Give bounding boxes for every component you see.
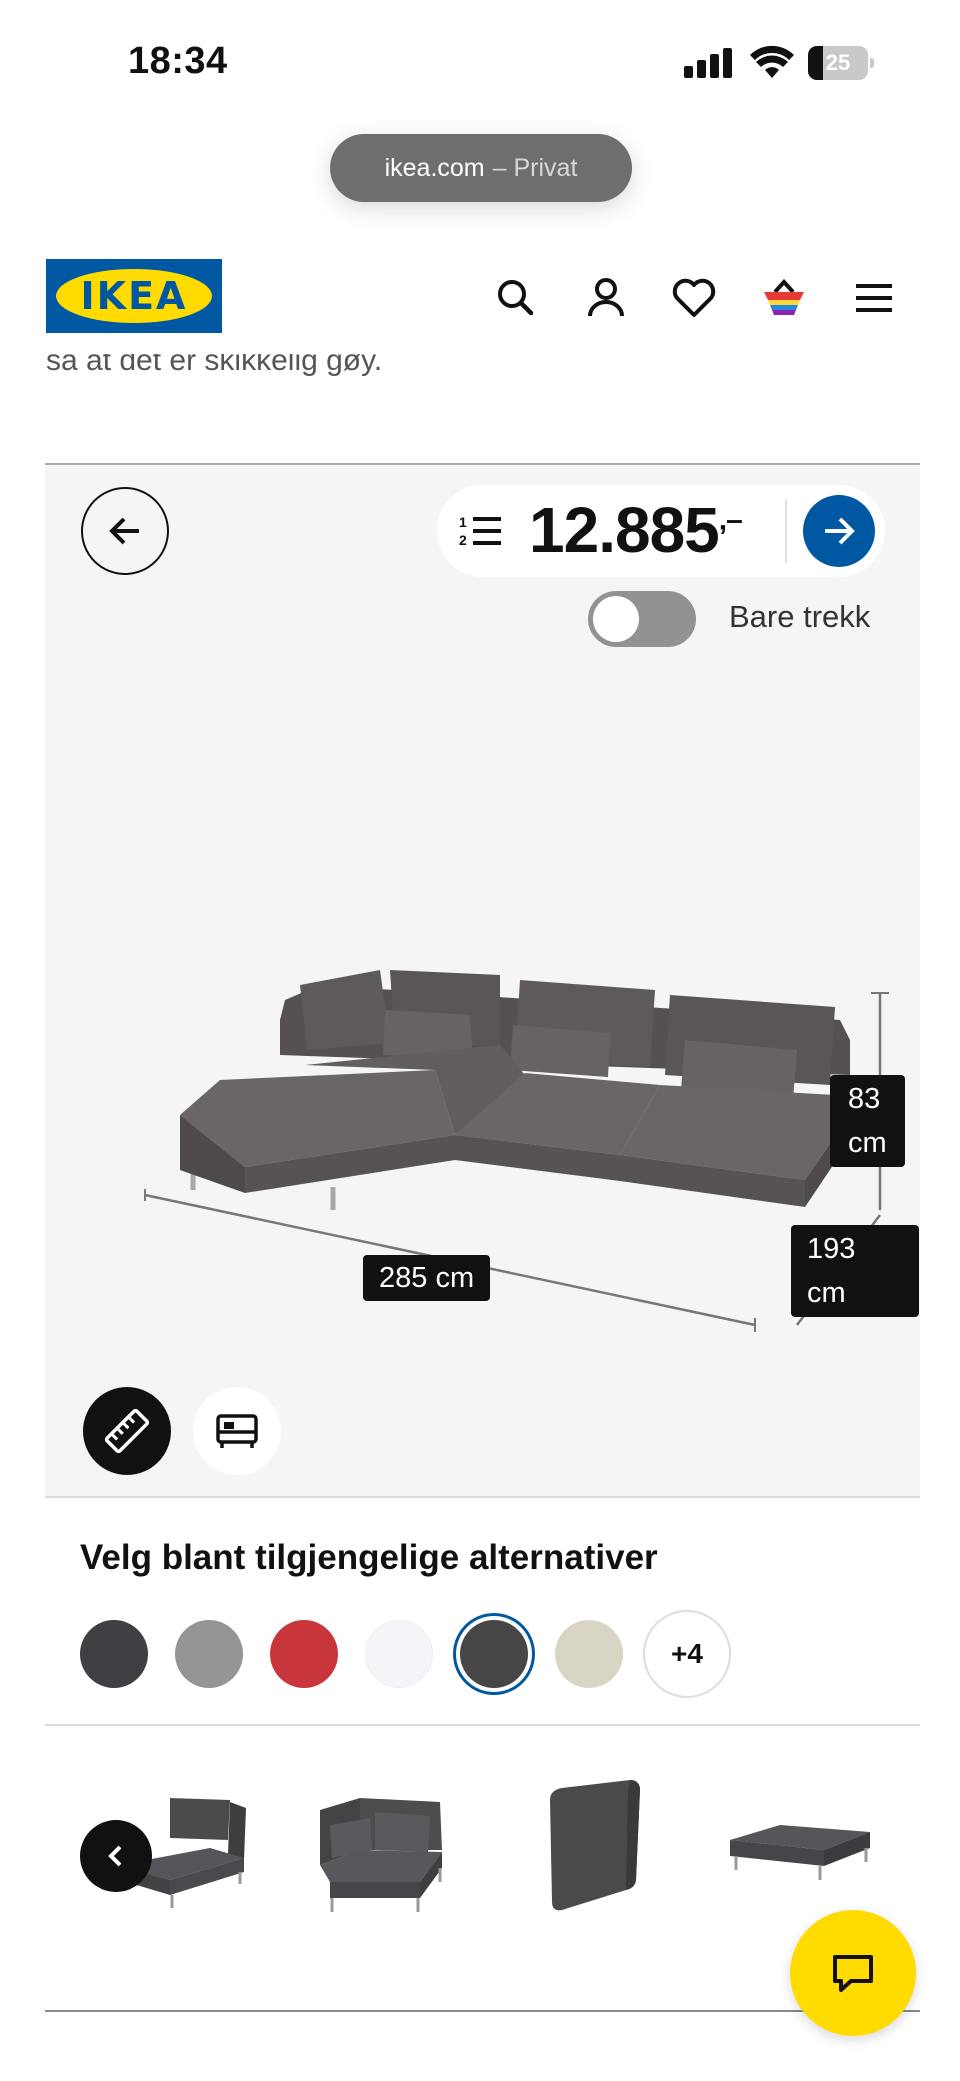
numbered-list-icon[interactable]: 1 2: [459, 513, 503, 549]
arrow-right-icon: [825, 517, 855, 545]
ruler-icon: [104, 1408, 150, 1454]
color-swatch[interactable]: [270, 1620, 338, 1688]
price-suffix: ,–: [718, 503, 743, 537]
ikea-logo[interactable]: IKEA: [46, 259, 222, 333]
menu-icon[interactable]: [846, 270, 902, 326]
arrow-left-icon: [109, 517, 139, 545]
continue-button[interactable]: [803, 495, 875, 567]
thumbnail-corner-module[interactable]: [300, 1770, 470, 1920]
thumbnails-divider: [45, 2010, 920, 2012]
battery-icon: 25: [808, 46, 874, 80]
color-swatch[interactable]: [555, 1620, 623, 1688]
depth-dimension-label: 193 cm: [791, 1225, 919, 1317]
height-unit: cm: [848, 1127, 887, 1159]
depth-unit: cm: [807, 1277, 846, 1309]
depth-value: 193: [807, 1233, 856, 1265]
battery-level: 25: [825, 50, 851, 75]
browser-url-pill[interactable]: ikea.com – Privat: [330, 134, 632, 202]
heart-icon[interactable]: [666, 270, 722, 326]
status-time: 18:34: [128, 40, 228, 82]
covers-only-label: Bare trekk: [729, 599, 871, 634]
svg-text:1: 1: [459, 514, 467, 530]
options-divider: [45, 1724, 920, 1726]
partially-scrolled-text: så at det er skikkelig gøy.: [46, 354, 383, 377]
basket-icon[interactable]: [756, 270, 812, 326]
more-options-button[interactable]: +4: [643, 1610, 731, 1698]
cellular-signal-icon: [684, 48, 736, 78]
width-dimension-label: 285 cm: [363, 1255, 491, 1301]
color-swatch[interactable]: [80, 1620, 148, 1688]
price-divider: [785, 499, 787, 563]
product-viewer: 1 2 12.885,– Bare trekk 285 cm 83 cm 193…: [45, 463, 920, 1498]
options-heading: Velg blant tilgjengelige alternativer: [80, 1538, 658, 1577]
bed-mode-button[interactable]: [193, 1387, 281, 1475]
color-swatch[interactable]: [175, 1620, 243, 1688]
height-value: 83: [848, 1083, 881, 1115]
color-swatch[interactable]: [460, 1620, 528, 1688]
bed-icon: [216, 1414, 258, 1448]
site-header: IKEA: [0, 250, 960, 350]
color-swatch[interactable]: [365, 1620, 433, 1688]
wifi-icon: [750, 44, 794, 80]
total-price: 12.885,–: [529, 493, 743, 567]
carousel-prev-button[interactable]: [80, 1820, 152, 1892]
private-mode-label: – Privat: [492, 153, 578, 182]
chevron-left-icon: [108, 1845, 122, 1867]
covers-only-toggle[interactable]: [588, 591, 696, 647]
account-icon[interactable]: [578, 270, 634, 326]
url-domain: ikea.com: [384, 153, 485, 182]
search-icon[interactable]: [488, 270, 544, 326]
status-bar: 18:34 25: [0, 0, 960, 120]
price-summary: 1 2 12.885,–: [437, 485, 885, 577]
measure-toggle-button[interactable]: [83, 1387, 171, 1475]
thumbnail-backrest-cover[interactable]: [510, 1770, 680, 1920]
logo-text: IKEA: [80, 274, 188, 318]
chat-bubble-icon: [833, 1955, 873, 1992]
svg-text:2: 2: [459, 532, 467, 548]
back-button[interactable]: [81, 487, 169, 575]
price-value: 12.885: [529, 494, 720, 566]
thumbnail-footstool[interactable]: [720, 1770, 890, 1920]
height-dimension-label: 83 cm: [830, 1075, 905, 1167]
chat-button[interactable]: [790, 1910, 916, 2036]
